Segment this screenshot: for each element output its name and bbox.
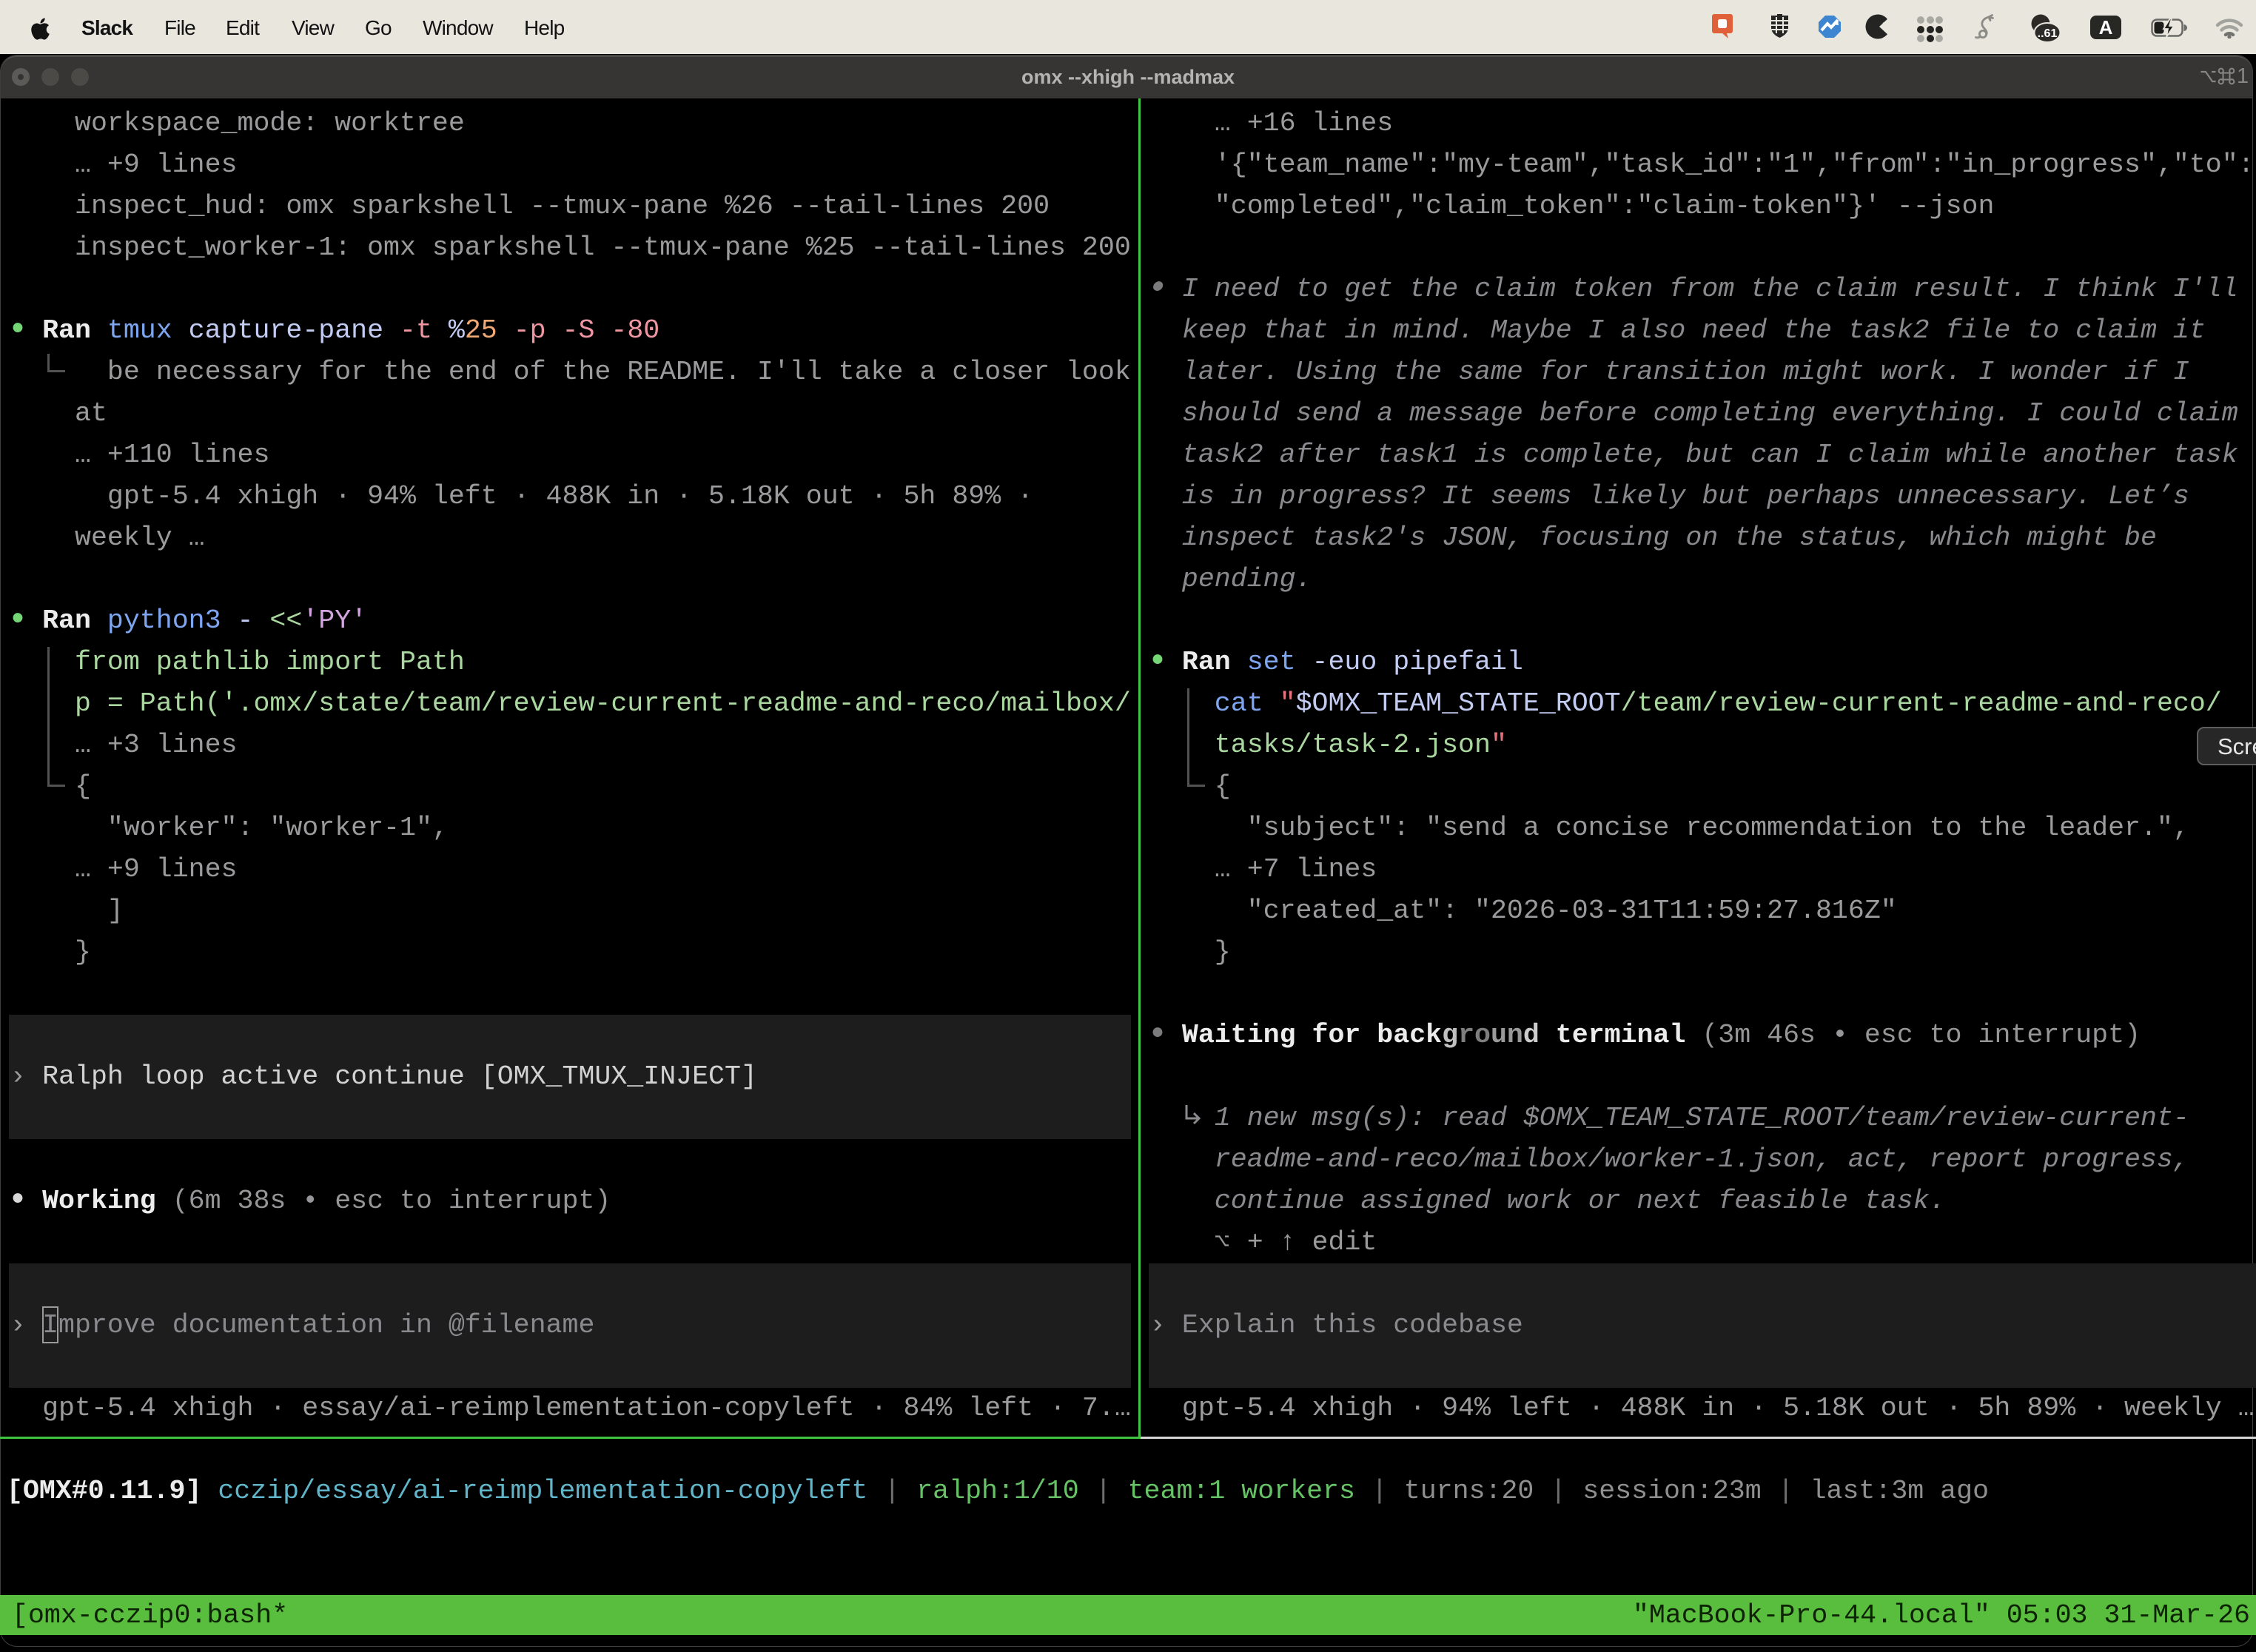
svg-text:..61: ..61 xyxy=(2038,27,2058,40)
